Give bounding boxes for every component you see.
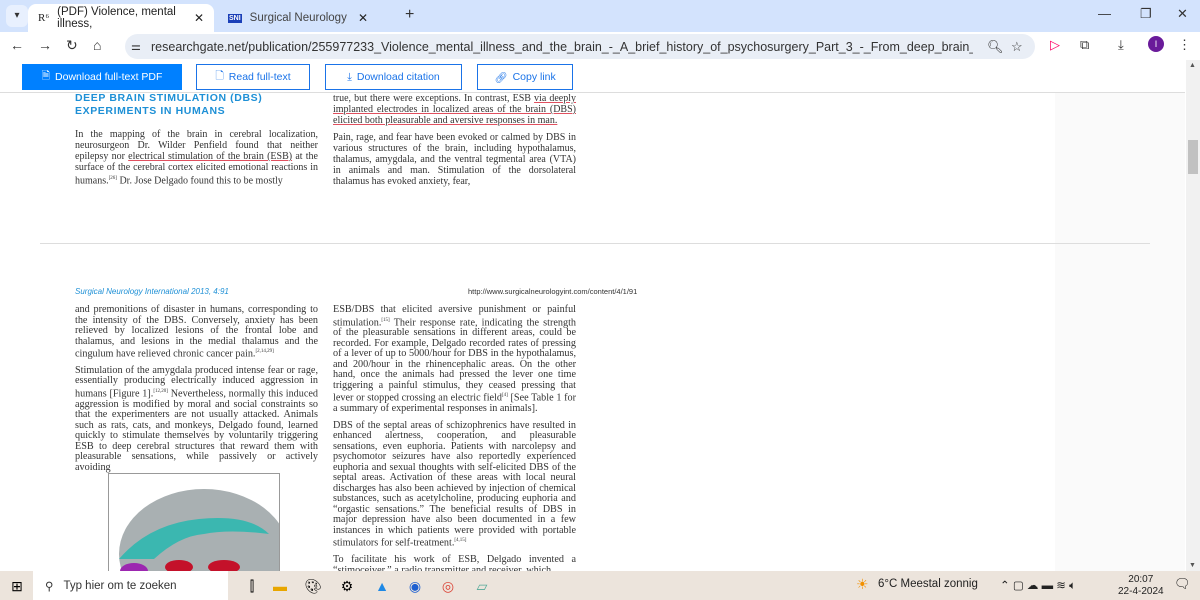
download-pdf-button[interactable]: 🗎 Download full-text PDF	[22, 64, 182, 90]
document-icon: 🗋	[215, 70, 224, 82]
back-icon[interactable]: ←	[10, 37, 24, 53]
download-citation-button[interactable]: ⤓ Download citation	[325, 64, 462, 90]
scroll-down-icon[interactable]: ▼	[1189, 562, 1196, 569]
download-icon: ⤓	[347, 70, 352, 83]
zoom-icon[interactable]: 🔍︎	[987, 39, 1004, 55]
journal-url: http://www.surgicalneurologyint.com/cont…	[468, 287, 638, 296]
photos-icon[interactable]: ▲	[372, 576, 392, 596]
action-bar: 🗎 Download full-text PDF 🗋 Read full-text …	[0, 60, 1185, 93]
chrome-icon[interactable]: ◎	[438, 576, 458, 596]
restore-icon[interactable]: ❐	[1140, 6, 1152, 22]
close-tab-icon[interactable]: ✕	[194, 11, 204, 25]
bookmark-star-icon[interactable]: ☆	[1011, 39, 1023, 55]
vertical-scrollbar[interactable]: ▲ ▼	[1186, 60, 1200, 571]
downloads-icon[interactable]: ⤓	[1118, 37, 1124, 53]
menu-icon[interactable]: ⋮	[1178, 37, 1191, 53]
task-view-icon[interactable]: ⫿	[242, 576, 262, 596]
left-column: In the mapping of the brain in cerebral …	[75, 129, 318, 187]
tab-title: Surgical Neurology Internation	[249, 12, 350, 24]
taskbar-search[interactable]: ⚲ Typ hier om te zoeken	[33, 571, 228, 600]
reload-icon[interactable]: ↻	[66, 37, 78, 54]
home-icon[interactable]: ⌂	[93, 37, 101, 53]
search-icon: ⚲	[45, 580, 54, 593]
close-window-icon[interactable]: ✕	[1177, 6, 1188, 22]
file-explorer-icon[interactable]: ▬	[270, 576, 290, 596]
app-icon[interactable]: ◉	[405, 576, 425, 596]
left-column: and premonitions of disaster in humans, …	[75, 304, 318, 473]
settings-icon[interactable]: ⚙	[337, 576, 357, 596]
right-column: ESB/DBS that elicited aversive punishmen…	[333, 304, 576, 575]
close-tab-icon[interactable]: ✕	[358, 11, 368, 25]
windows-start-icon[interactable]: ⊞	[7, 576, 27, 596]
notepad-icon[interactable]: ▱	[472, 576, 492, 596]
tab-search-button[interactable]: ▾	[6, 5, 28, 27]
tab-strip: ▾ R⁶ (PDF) Violence, mental illness, ✕ S…	[0, 0, 1200, 32]
minimize-icon[interactable]: —	[1098, 6, 1111, 21]
new-tab-button[interactable]: +	[405, 6, 414, 24]
link-icon: 🔗︎	[494, 71, 508, 84]
tray-icons[interactable]: ⌃ ▢ ☁ ▬ ≋ 🔈︎	[1000, 578, 1076, 593]
sni-favicon: SNI	[228, 13, 242, 23]
brain-illustration	[119, 489, 279, 571]
tab-title: (PDF) Violence, mental illness,	[57, 6, 176, 30]
pdf-icon: 🗎	[41, 70, 51, 82]
right-column: true, but there were exceptions. In cont…	[333, 93, 577, 187]
scrollbar-thumb[interactable]	[1188, 140, 1198, 174]
journal-header: Surgical Neurology International 2013, 4…	[75, 287, 229, 296]
tab-researchgate[interactable]: R⁶ (PDF) Violence, mental illness, ✕	[28, 4, 214, 32]
page-separator	[40, 243, 1150, 244]
profile-avatar[interactable]: I	[1148, 36, 1164, 52]
url-text: researchgate.net/publication/255977233_V…	[151, 39, 973, 54]
scroll-up-icon[interactable]: ▲	[1189, 62, 1196, 69]
section-heading: DEEP BRAIN STIMULATION (DBS) EXPERIMENTS …	[75, 92, 263, 117]
browser-toolbar: ← → ↻ ⌂ ⚌ researchgate.net/publication/2…	[0, 32, 1200, 60]
researchgate-favicon: R⁶	[38, 12, 50, 24]
tab-surgical-neurology[interactable]: SNI Surgical Neurology Internation ✕	[218, 4, 378, 32]
extensions-puzzle-icon[interactable]: ⧉	[1080, 37, 1089, 53]
address-bar[interactable]: ⚌ researchgate.net/publication/255977233…	[125, 34, 1035, 59]
paint-icon[interactable]: 🎨︎	[303, 576, 323, 596]
extension-icon[interactable]: ▷	[1050, 37, 1060, 53]
weather-icon[interactable]: ☀	[856, 576, 869, 593]
figure-brain-image	[108, 473, 280, 571]
copy-link-button[interactable]: 🔗︎ Copy link	[477, 64, 573, 90]
side-panel	[1055, 93, 1185, 571]
forward-icon[interactable]: →	[38, 37, 52, 53]
windows-taskbar: ⊞ ⚲ Typ hier om te zoeken ⫿ ▬ 🎨︎ ⚙ ▲ ◉ ◎ …	[0, 571, 1200, 600]
read-full-text-button[interactable]: 🗋 Read full-text	[196, 64, 310, 90]
site-info-icon[interactable]: ⚌	[131, 40, 141, 53]
weather-text[interactable]: 6°C Meestal zonnig	[878, 578, 978, 590]
notifications-icon[interactable]: 🗨︎	[1174, 576, 1191, 592]
clock[interactable]: 20:07 22-4-2024	[1118, 574, 1164, 598]
